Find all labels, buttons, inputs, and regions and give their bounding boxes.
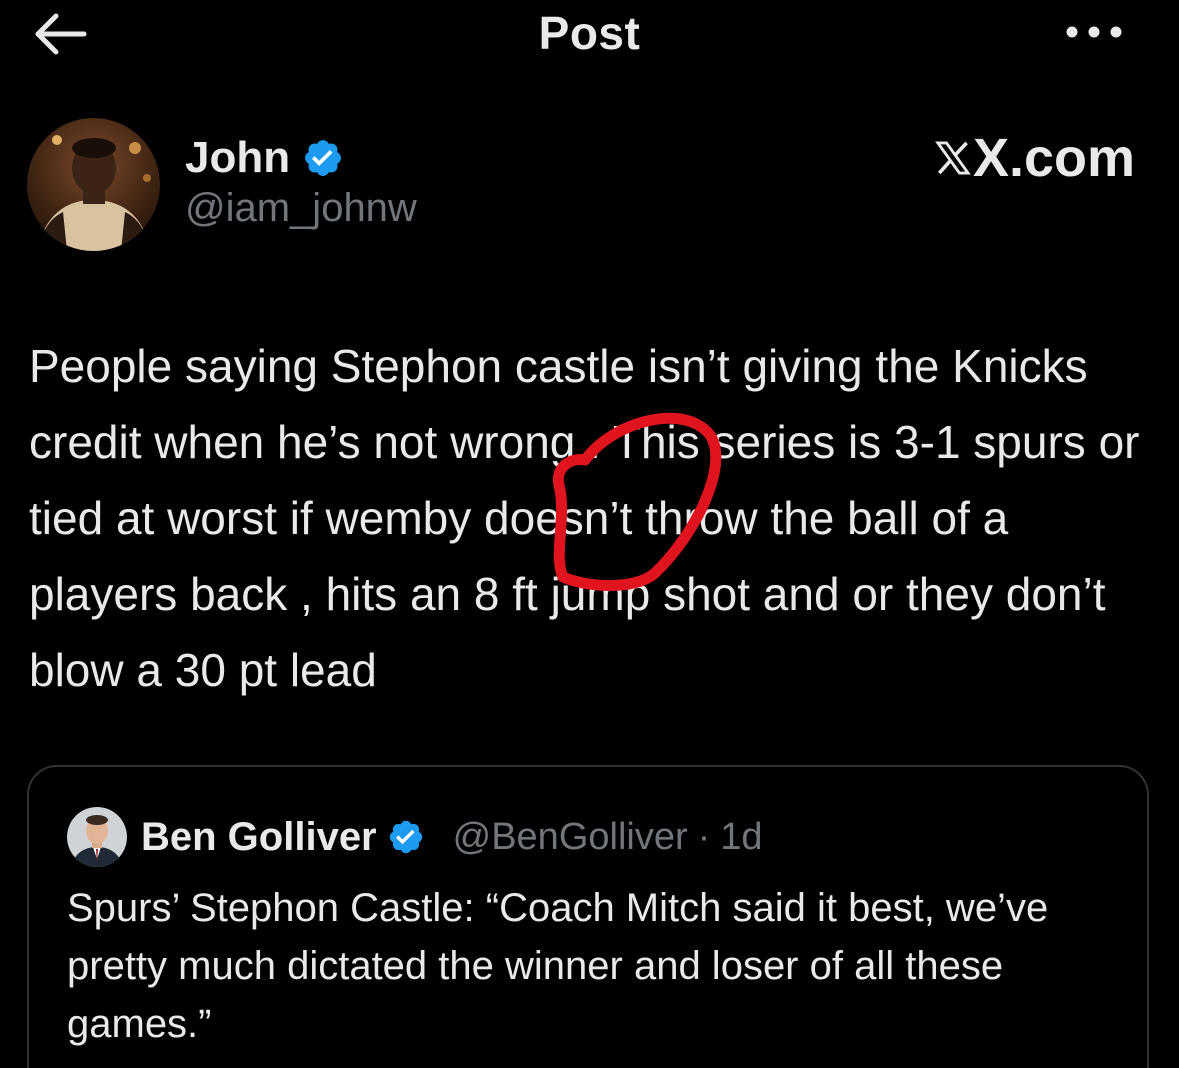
- quoted-avatar-image: [67, 807, 127, 867]
- top-bar: Post: [0, 0, 1179, 70]
- x-logo-icon: [935, 141, 971, 175]
- quoted-post-time[interactable]: 1d: [720, 816, 762, 859]
- quoted-post-text: Spurs’ Stephon Castle: “Coach Mitch said…: [67, 886, 1049, 1046]
- quoted-author-handle[interactable]: @BenGolliver: [453, 816, 688, 859]
- quoted-author-name[interactable]: Ben Golliver: [141, 815, 377, 860]
- avatar-image: [27, 118, 160, 251]
- post-text: People saying Stephon castle isn’t givin…: [29, 340, 1153, 696]
- author-name[interactable]: John: [185, 133, 290, 183]
- quoted-post-header: Ben Golliver @BenGolliver · 1d: [141, 807, 763, 867]
- author-handle[interactable]: @iam_johnw: [185, 186, 417, 231]
- brand-watermark: X.com: [935, 126, 1135, 190]
- verified-badge-icon: [389, 820, 422, 854]
- post-screen: Post John @iam_johnw X.com People saying…: [0, 0, 1179, 1068]
- separator-dot: ·: [697, 815, 711, 858]
- brand-text: X.com: [972, 128, 1135, 188]
- verified-badge-icon: [305, 140, 342, 176]
- more-horizontal-icon: [1066, 26, 1122, 38]
- page-title: Post: [538, 7, 641, 59]
- author-name-row: John: [185, 130, 344, 186]
- author-avatar[interactable]: [27, 118, 160, 251]
- quoted-post-card[interactable]: Ben Golliver @BenGolliver · 1d Spurs’ St…: [27, 765, 1149, 1068]
- quoted-author-avatar[interactable]: [67, 807, 127, 867]
- more-options-button[interactable]: [1058, 12, 1130, 52]
